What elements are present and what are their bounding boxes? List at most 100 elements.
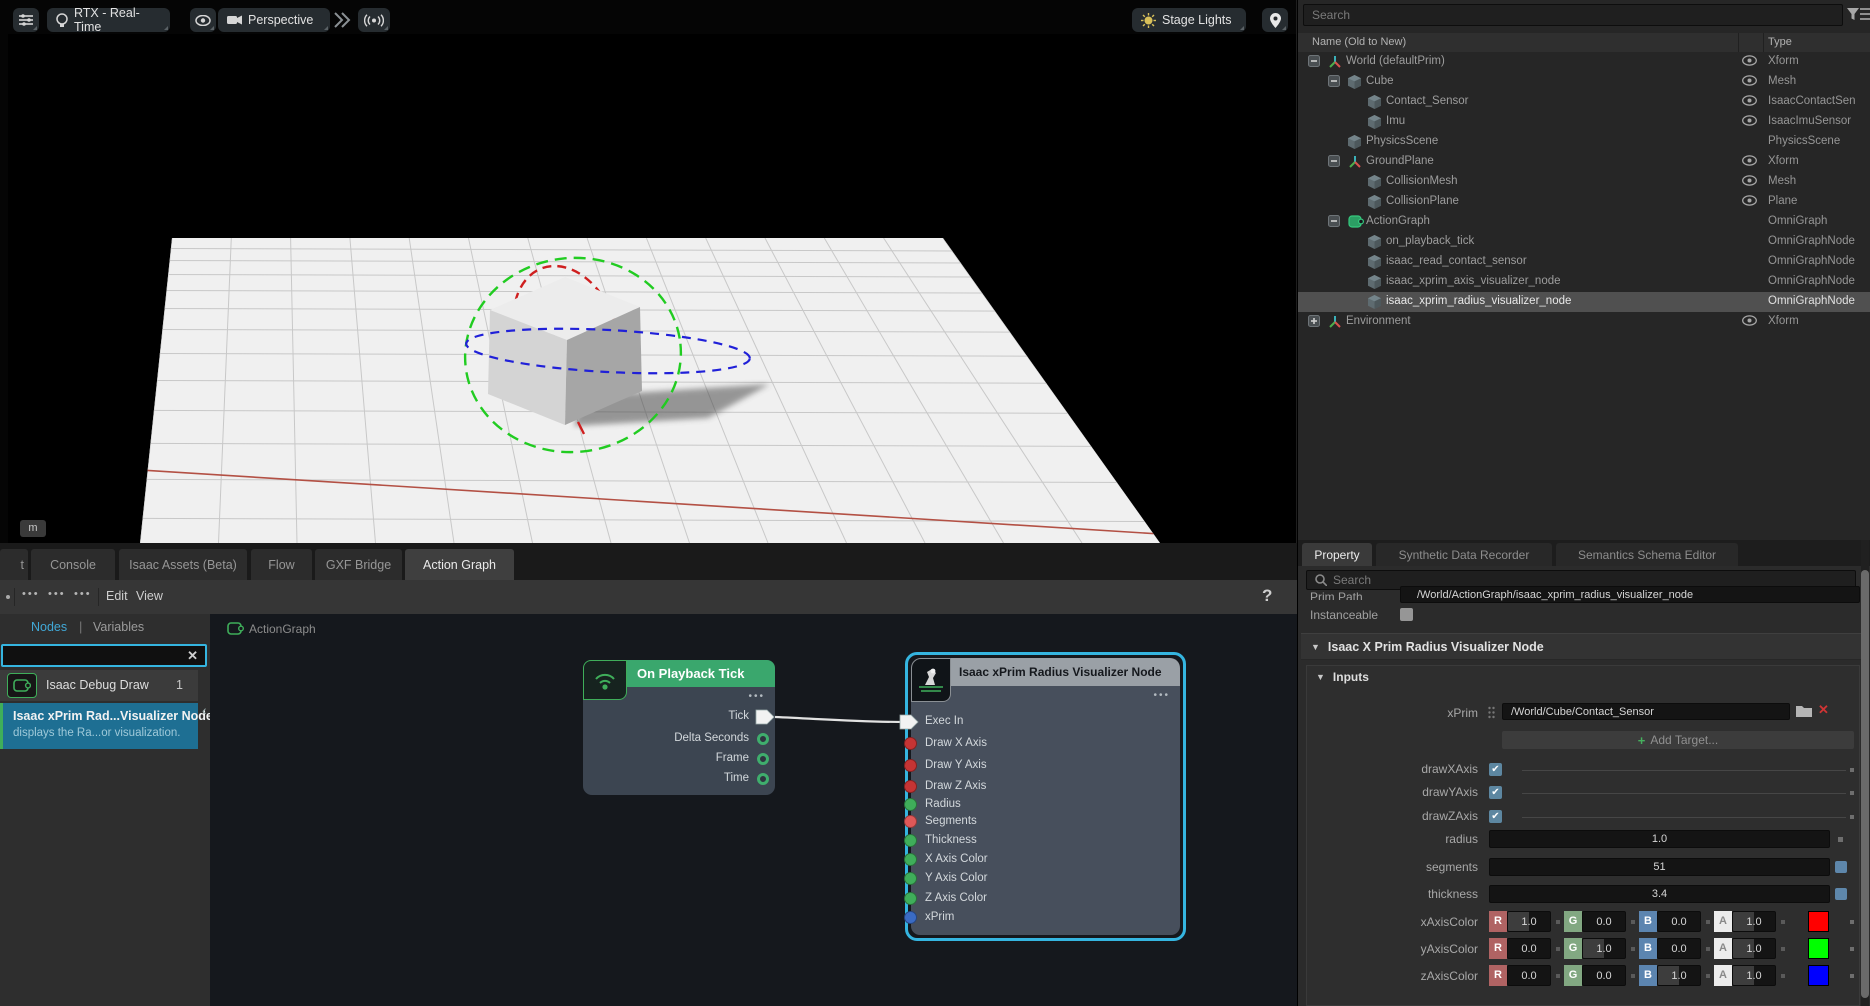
yAxisColor-swatch[interactable] <box>1808 938 1829 959</box>
graph-tool-group-3[interactable]: ••• <box>74 588 92 600</box>
tab-semantics-schema-editor[interactable]: Semantics Schema Editor <box>1556 543 1738 566</box>
visibility-eye-icon[interactable] <box>1742 315 1757 326</box>
prim-path-value[interactable]: /World/ActionGraph/isaac_xprim_radius_vi… <box>1400 586 1860 603</box>
tab-synthetic-data-recorder[interactable]: Synthetic Data Recorder <box>1376 543 1552 566</box>
prim-name[interactable]: isaac_read_contact_sensor <box>1386 255 1527 267</box>
yAxisColor-B-field[interactable]: 0.0 <box>1657 938 1701 959</box>
stage-row-GroundPlane[interactable]: GroundPlaneXform <box>1298 152 1870 172</box>
menu-edit[interactable]: Edit <box>106 589 128 603</box>
stage-row-Contact_Sensor[interactable]: Contact_SensorIsaacContactSen <box>1298 92 1870 112</box>
xprim-value[interactable]: /World/Cube/Contact_Sensor <box>1502 703 1790 720</box>
stage-row-isaac_read_contact_sensor[interactable]: isaac_read_contact_sensorOmniGraphNode <box>1298 252 1870 272</box>
visibility-eye-icon[interactable] <box>1742 115 1757 126</box>
close-icon[interactable]: ✕ <box>187 648 198 664</box>
yAxisColor-R-field[interactable]: 0.0 <box>1507 938 1551 959</box>
drawYAxis-slider-track[interactable] <box>1522 793 1846 794</box>
tab-t[interactable]: t <box>0 549 28 580</box>
stage-column-header[interactable]: Name (Old to New) Type <box>1298 33 1870 52</box>
expand-icon[interactable] <box>1308 315 1320 327</box>
input-port-draw-x-axis[interactable]: Draw X Axis <box>925 737 987 749</box>
xAxisColor-R-field[interactable]: 1.0 <box>1507 911 1551 932</box>
input-connector-y-axis-color[interactable] <box>904 872 917 885</box>
library-item-debug-draw[interactable]: Isaac Debug Draw 1 <box>0 670 198 701</box>
input-connector-z-axis-color[interactable] <box>904 892 917 905</box>
input-port-thickness[interactable]: Thickness <box>925 834 977 846</box>
column-name-label[interactable]: Name (Old to New) <box>1312 36 1406 48</box>
tab-nodes[interactable]: Nodes <box>31 620 67 634</box>
visibility-eye-icon[interactable] <box>1742 95 1757 106</box>
input-port-radius[interactable]: Radius <box>925 798 961 810</box>
prim-name[interactable]: on_playback_tick <box>1386 235 1474 247</box>
radius-default-indicator[interactable] <box>1838 837 1843 842</box>
node-xprim-radius-visualizer-selection[interactable]: Isaac xPrim Radius Visualizer Node ••• E… <box>905 652 1186 941</box>
input-connector-draw-x-axis[interactable] <box>904 737 917 750</box>
library-search-input[interactable]: ✕ <box>1 644 207 667</box>
prim-name[interactable]: CollisionPlane <box>1386 195 1459 207</box>
visibility-eye-icon[interactable] <box>1742 75 1757 86</box>
radius-field[interactable]: 1.0 <box>1489 830 1830 848</box>
zAxisColor-A-field[interactable]: 1.0 <box>1732 965 1776 986</box>
stage-row-World (defaultPrim)[interactable]: World (defaultPrim)Xform <box>1298 52 1870 72</box>
drawZAxis-checkbox[interactable]: ✔ <box>1489 810 1502 823</box>
tab-isaac-assets-beta-[interactable]: Isaac Assets (Beta) <box>119 549 247 580</box>
stage-row-Environment[interactable]: EnvironmentXform <box>1298 312 1870 332</box>
drawXAxis-slider-track[interactable] <box>1522 770 1846 771</box>
stage-row-on_playback_tick[interactable]: on_playback_tickOmniGraphNode <box>1298 232 1870 252</box>
instanceable-checkbox[interactable] <box>1400 608 1413 621</box>
yAxisColor-default-indicator[interactable] <box>1850 947 1854 951</box>
stage-row-isaac_xprim_radius_visualizer_node[interactable]: isaac_xprim_radius_visualizer_nodeOmniGr… <box>1298 292 1870 312</box>
xAxisColor-default-indicator[interactable] <box>1850 920 1854 924</box>
xAxisColor-G-field[interactable]: 0.0 <box>1582 911 1626 932</box>
output-port-tick[interactable]: Tick <box>728 710 749 722</box>
drawZAxis-default-indicator[interactable] <box>1850 815 1854 819</box>
output-connector-delta-seconds[interactable] <box>757 733 769 745</box>
visibility-button[interactable] <box>190 8 216 32</box>
input-port-x-axis-color[interactable]: X Axis Color <box>925 853 988 865</box>
help-button[interactable]: ? <box>1262 586 1272 606</box>
stage-options-icon[interactable] <box>1860 8 1870 20</box>
input-connector-draw-z-axis[interactable] <box>904 780 917 793</box>
input-port-y-axis-color[interactable]: Y Axis Color <box>925 872 987 884</box>
xAxisColor-swatch[interactable] <box>1808 911 1829 932</box>
drag-grip-icon[interactable] <box>1487 705 1496 720</box>
zAxisColor-B-field[interactable]: 1.0 <box>1657 965 1701 986</box>
menu-view[interactable]: View <box>136 589 163 603</box>
zAxisColor-swatch[interactable] <box>1808 965 1829 986</box>
stage-lights-button[interactable]: Stage Lights <box>1132 8 1246 32</box>
node-xprim-radius-visualizer[interactable]: Isaac xPrim Radius Visualizer Node ••• E… <box>911 658 1180 935</box>
output-connector-time[interactable] <box>757 773 769 785</box>
drawXAxis-checkbox[interactable]: ✔ <box>1489 763 1502 776</box>
zAxisColor-G-field[interactable]: 0.0 <box>1582 965 1626 986</box>
sidebar-collapse-handle[interactable]: ‹ <box>202 702 207 718</box>
stage-row-PhysicsScene[interactable]: PhysicsScenePhysicsScene <box>1298 132 1870 152</box>
column-type-label[interactable]: Type <box>1768 36 1792 48</box>
collapse-icon[interactable] <box>1328 155 1340 167</box>
toolbar-dot-icon[interactable] <box>6 595 10 599</box>
tab-variables[interactable]: Variables <box>93 620 144 634</box>
folder-icon[interactable] <box>1796 704 1812 717</box>
prim-name[interactable]: Contact_Sensor <box>1386 95 1468 107</box>
visibility-eye-icon[interactable] <box>1742 155 1757 166</box>
segments-changed-indicator[interactable] <box>1835 861 1847 873</box>
stage-row-CollisionMesh[interactable]: CollisionMeshMesh <box>1298 172 1870 192</box>
exec-in-connector[interactable] <box>899 714 919 730</box>
input-connector-xprim[interactable] <box>904 911 917 924</box>
library-item-xprim-radius[interactable]: Isaac xPrim Rad...Visualizer Node displa… <box>0 703 198 749</box>
stage-row-Cube[interactable]: CubeMesh <box>1298 72 1870 92</box>
output-connector-frame[interactable] <box>757 753 769 765</box>
zAxisColor-R-field[interactable]: 0.0 <box>1507 965 1551 986</box>
input-connector-radius[interactable] <box>904 798 917 811</box>
node-on-playback-tick[interactable]: On Playback Tick ••• TickDelta SecondsFr… <box>583 660 775 796</box>
zAxisColor-default-indicator[interactable] <box>1850 974 1854 978</box>
node-section-header[interactable]: ▼ Isaac X Prim Radius Visualizer Node <box>1301 633 1865 660</box>
prim-name[interactable]: Cube <box>1366 75 1394 87</box>
viewport[interactable]: m <box>0 0 1296 543</box>
prim-name[interactable]: PhysicsScene <box>1366 135 1438 147</box>
node-title[interactable]: On Playback Tick <box>627 660 775 687</box>
input-port-xprim[interactable]: xPrim <box>925 911 954 923</box>
prim-name[interactable]: isaac_xprim_radius_visualizer_node <box>1386 295 1571 307</box>
output-port-frame[interactable]: Frame <box>716 752 749 764</box>
graph-breadcrumb[interactable]: ActionGraph <box>249 622 316 636</box>
drawYAxis-default-indicator[interactable] <box>1850 791 1854 795</box>
collapse-icon[interactable] <box>1328 215 1340 227</box>
